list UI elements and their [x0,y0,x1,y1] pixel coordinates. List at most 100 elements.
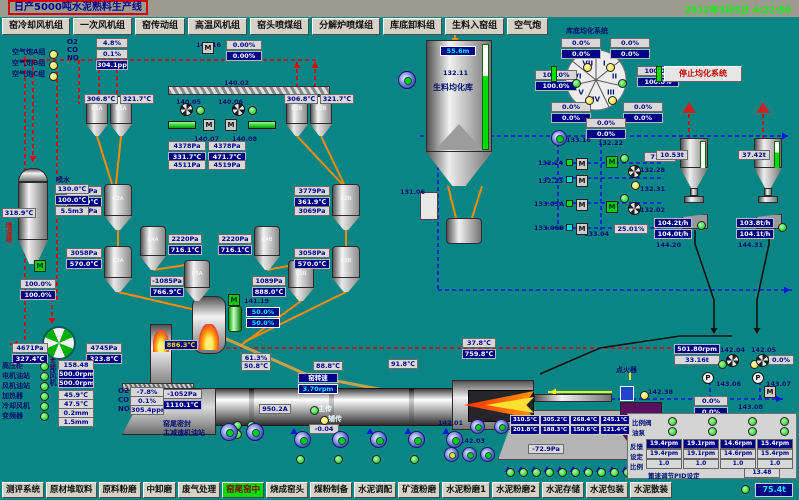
fan-icon[interactable] [470,419,485,434]
fan-icon[interactable] [294,431,311,448]
readout-kh1: 37.8℃759.8℃ [462,338,496,360]
motor-icon[interactable]: M [576,223,588,235]
readout-line: 304.1ppm [96,60,128,70]
fan-icon[interactable] [398,71,416,89]
nav-button-水泥粉磨2[interactable]: 水泥粉磨2 [492,482,540,498]
rotary-valve-icon[interactable] [232,103,245,116]
yellow-led [585,96,594,105]
fan-icon[interactable] [446,431,463,448]
equipment-group-toolbar: 窑冷却风机组一次风机组窑传动组高温风机组窑头喷煤组分解炉喷煤组库底卸料组生料入窑… [0,17,799,36]
slide-gate-icon[interactable] [248,121,276,129]
motor-icon[interactable]: M [203,119,215,131]
fan-icon[interactable] [220,423,238,441]
readout-line: -1085Pa [150,276,184,286]
nav-button-水泥粉磨1[interactable]: 水泥粉磨1 [442,482,490,498]
wheel-side-indicator [551,66,557,82]
readout-kin: -1052Pa1110.1℃ [162,389,202,411]
readout-line: 104.2t/h [654,218,692,228]
readout-line: 570.0℃ [294,259,330,269]
tag-132.11: 132.11 [443,69,468,77]
readout-line: 716.1℃ [218,245,252,255]
silo-level-bar [482,44,489,150]
group-button-窑传动组[interactable]: 窑传动组 [135,18,185,35]
rotary-valve-icon[interactable] [756,354,769,367]
group-button-分解炉喷煤组[interactable]: 分解炉喷煤组 [312,18,380,35]
fan-icon[interactable] [246,423,264,441]
datetime-display: 2012年3月5日 4:22:50 [685,3,791,16]
tag-142.05: 142.05 [751,346,776,354]
pressure-relief-icon [756,102,770,113]
motor-icon[interactable]: M [576,199,588,211]
readout-vp1: 100.0%100.0% [20,279,56,301]
fan-icon[interactable] [444,447,459,462]
fan-icon[interactable] [408,431,425,448]
readout-line: 104.0t/h [654,229,692,239]
nav-button-废气处理[interactable]: 废气处理 [178,482,220,498]
pid-setpoint[interactable]: 13.48 [744,468,780,478]
nav-button-水泥散装[interactable]: 水泥散装 [630,482,672,498]
group-button-窑冷却风机组[interactable]: 窑冷却风机组 [2,18,70,35]
group-button-库底卸料组[interactable]: 库底卸料组 [383,18,442,35]
green-led [780,427,789,436]
fan-icon[interactable] [494,419,509,434]
nav-button-煤粉制备[interactable]: 煤粉制备 [310,482,352,498]
readout-line: 104.1t/h [736,229,774,239]
motor-icon[interactable]: M [34,260,46,272]
yellow-led [49,61,58,70]
nav-button-原料粉磨[interactable]: 原料粉磨 [99,482,141,498]
rotary-valve-icon[interactable] [628,202,641,215]
blending-tank [446,218,482,244]
bin-valve[interactable] [684,196,704,203]
pump-icon[interactable]: P [752,372,764,384]
green-led [778,223,787,232]
group-button-生料入窑组[interactable]: 生料入窑组 [445,18,504,35]
nav-button-矿渣粉磨[interactable]: 矿渣粉磨 [398,482,440,498]
group-button-空气炮[interactable]: 空气炮 [507,18,548,35]
nav-button-水泥存储[interactable]: 水泥存储 [542,482,584,498]
label-o2a: O2 [67,38,78,46]
group-button-窑头喷煤组[interactable]: 窑头喷煤组 [250,18,309,35]
group-button-一次风机组[interactable]: 一次风机组 [73,18,132,35]
nav-button-原材堆取料[interactable]: 原材堆取料 [46,482,97,498]
group-button-高温风机组[interactable]: 高温风机组 [188,18,247,35]
cyclone-label: C4A [140,237,166,243]
motor-icon[interactable]: M [576,158,588,170]
igniter-device[interactable] [620,386,634,401]
green-led [610,468,619,477]
fan-icon[interactable] [551,130,567,146]
nav-button-烧成窑头[interactable]: 烧成窑头 [266,482,308,498]
rotary-valve-icon[interactable] [628,165,641,178]
label-fj5: 冷却风机 [2,401,30,411]
cyclone-C3A: C3A [104,246,132,292]
slide-gate-icon[interactable] [168,121,196,129]
readout-line: 501.80rpm [674,344,720,354]
motor-icon[interactable]: M [606,201,618,213]
motor-icon[interactable]: M [228,294,240,306]
fan-icon[interactable] [370,431,387,448]
meter-value: 75.4t [755,483,793,497]
bin-valve[interactable] [758,196,778,203]
rotary-valve-icon[interactable] [180,103,193,116]
fan-icon[interactable] [462,447,477,462]
pump-icon[interactable]: P [702,372,714,384]
label-jsj: 主减速机油站 [163,428,205,438]
cyclone-label: C3B [332,258,360,264]
nav-button-水泥调配[interactable]: 水泥调配 [354,482,396,498]
motor-icon[interactable]: M [764,386,776,398]
fan-icon[interactable] [332,431,349,448]
stop-homogenization-button[interactable]: 停止均化系统 [664,66,742,82]
nav-button-窑尾窑中[interactable]: 窑尾窑中 [222,482,264,498]
readout-c5a: -1085Pa766.9℃ [150,276,184,298]
rotary-valve-icon[interactable] [726,354,739,367]
fan-icon[interactable] [480,447,495,462]
pid-value: 1.0 [683,459,719,469]
motor-icon[interactable]: M [606,156,618,168]
motor-icon[interactable]: M [202,42,214,54]
nav-button-测评系统[interactable]: 测评系统 [2,482,44,498]
motor-icon[interactable]: M [225,119,237,131]
readout-coal2: 0.0% [768,355,794,366]
nav-button-水泥包装[interactable]: 水泥包装 [586,482,628,498]
motor-icon[interactable]: M [576,175,588,187]
nav-button-中卸磨[interactable]: 中卸磨 [143,482,177,498]
tag-133.05A: 133.05A [534,200,564,208]
